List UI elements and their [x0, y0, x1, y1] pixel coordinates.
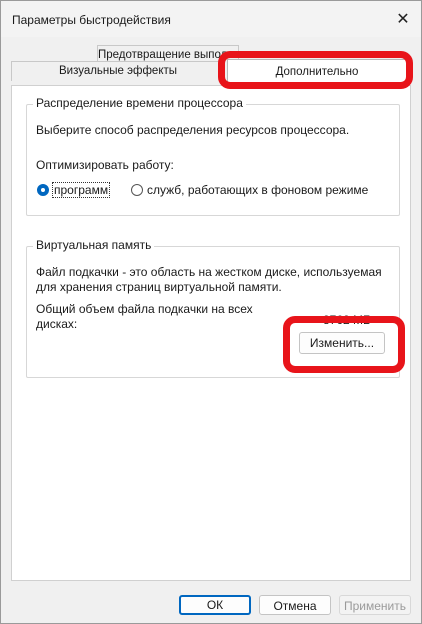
ok-button[interactable]: ОК: [179, 595, 251, 615]
performance-options-dialog: Параметры быстродействия ✕ Предотвращени…: [0, 0, 422, 624]
vm-total-label-line1: Общий объем файла подкачки на всех: [36, 302, 253, 316]
radio-programs-label[interactable]: программ: [54, 183, 108, 197]
vm-description-line2: для хранения страниц виртуальной памяти.: [36, 280, 282, 294]
tab-strip: Предотвращение выполнения данных Визуаль…: [1, 37, 421, 87]
cpu-scheduling-group: Распределение времени процессора Выберит…: [26, 96, 400, 216]
vm-group-legend: Виртуальная память: [33, 238, 155, 252]
cpu-group-legend: Распределение времени процессора: [33, 96, 246, 110]
vm-total-value: 8762 МБ: [323, 313, 371, 327]
tab-advanced[interactable]: Дополнительно: [227, 59, 407, 84]
radio-programs[interactable]: [37, 184, 49, 196]
virtual-memory-group: Виртуальная память Файл подкачки - это о…: [26, 238, 400, 378]
cpu-description: Выберите способ распределения ресурсов п…: [36, 123, 350, 137]
apply-button[interactable]: Применить: [339, 595, 411, 615]
cancel-button[interactable]: Отмена: [259, 595, 331, 615]
title-bar: Параметры быстродействия ✕: [1, 1, 421, 37]
window-title: Параметры быстродействия: [12, 13, 171, 27]
close-icon[interactable]: ✕: [385, 1, 421, 37]
radio-programs-label-focus: программ: [52, 182, 111, 198]
vm-description-line1: Файл подкачки - это область на жестком д…: [36, 265, 382, 279]
optimize-label: Оптимизировать работу:: [36, 158, 174, 172]
vm-total-label-line2: дисках:: [36, 317, 78, 331]
radio-services-label[interactable]: служб, работающих в фоновом режиме: [147, 183, 368, 198]
radio-services[interactable]: [131, 184, 143, 196]
tab-visual-effects[interactable]: Визуальные эффекты: [11, 61, 225, 81]
change-virtual-memory-button[interactable]: Изменить...: [299, 332, 385, 354]
